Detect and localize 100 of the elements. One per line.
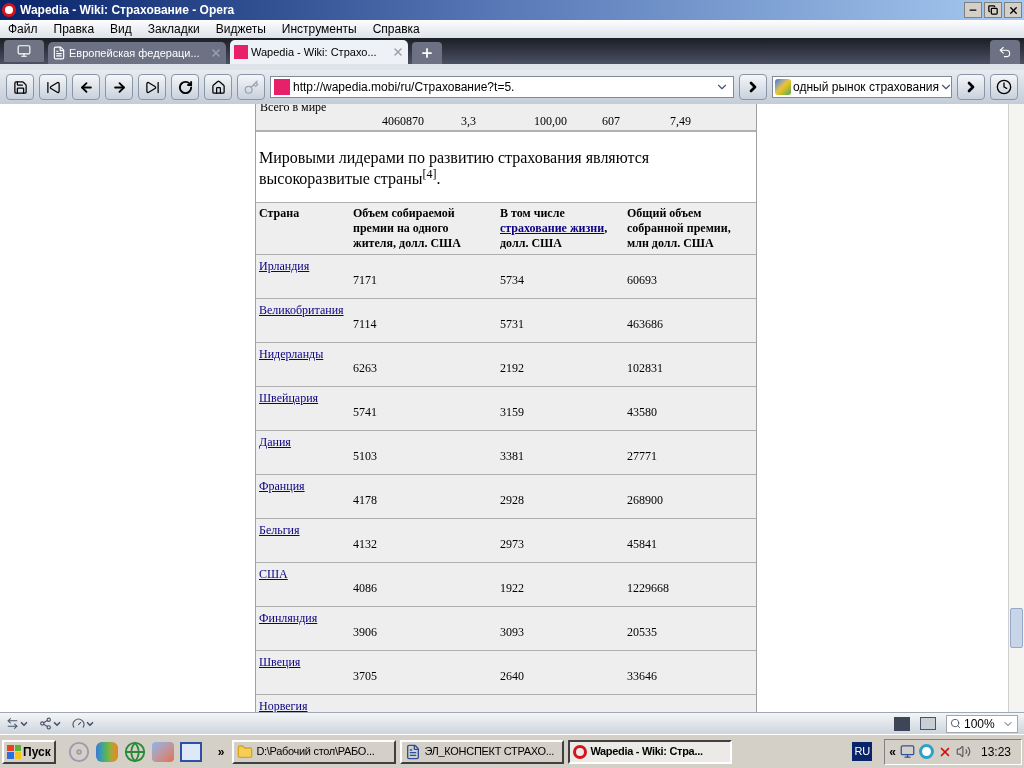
table-cell: 268900 bbox=[627, 493, 663, 507]
sync-icon[interactable] bbox=[6, 717, 29, 730]
table-cell: 45841 bbox=[627, 537, 657, 551]
globe-icon[interactable] bbox=[123, 740, 146, 763]
go-button[interactable] bbox=[739, 74, 767, 100]
country-link[interactable]: Франция bbox=[259, 477, 305, 495]
panel-toggle-button[interactable] bbox=[4, 40, 44, 62]
table-cell: 4132 bbox=[353, 537, 377, 551]
image-icon[interactable] bbox=[920, 717, 936, 730]
wapedia-icon bbox=[234, 45, 248, 59]
restore-button[interactable] bbox=[984, 2, 1002, 18]
floppy-icon bbox=[12, 79, 28, 95]
table-cell: Всего в мире bbox=[260, 104, 327, 116]
table-cell: 20535 bbox=[627, 625, 657, 639]
country-link[interactable]: Ирландия bbox=[259, 257, 310, 275]
gauge-icon[interactable] bbox=[72, 717, 95, 730]
country-link[interactable]: Швейцария bbox=[259, 389, 319, 407]
table-cell: 2192 bbox=[500, 361, 524, 375]
panel-icon bbox=[17, 44, 31, 58]
table-cell: 7171 bbox=[353, 273, 377, 287]
minimize-button[interactable] bbox=[964, 2, 982, 18]
table-cell: 2640 bbox=[500, 669, 524, 683]
column-header: В том числе страхование жизни, долл. США bbox=[497, 202, 624, 255]
table-cell: 3381 bbox=[500, 449, 524, 463]
home-icon bbox=[210, 79, 226, 95]
save-button[interactable] bbox=[6, 74, 34, 100]
document-icon bbox=[405, 743, 422, 760]
network-icon[interactable] bbox=[899, 744, 915, 759]
reload-button[interactable] bbox=[171, 74, 199, 100]
country-link[interactable]: Финляндия bbox=[259, 609, 318, 627]
new-tab-button[interactable] bbox=[412, 42, 442, 64]
table-cell: 2928 bbox=[500, 493, 524, 507]
country-link[interactable]: Швеция bbox=[259, 653, 301, 671]
country-link[interactable]: Великобритания bbox=[259, 301, 344, 319]
table-cell: 4086 bbox=[353, 581, 377, 595]
country-link[interactable]: Нидерланды bbox=[259, 345, 324, 363]
close-icon bbox=[1007, 4, 1019, 16]
country-link[interactable]: Норвегия bbox=[259, 699, 308, 712]
home-button[interactable] bbox=[204, 74, 232, 100]
table-cell-text: 100,00 bbox=[534, 113, 567, 130]
clock-icon bbox=[996, 79, 1012, 95]
table-cell: 27771 bbox=[627, 449, 657, 463]
tray-toggle-button[interactable]: « bbox=[889, 742, 896, 761]
fast-forward-button[interactable] bbox=[138, 74, 166, 100]
menu-item[interactable]: Файл bbox=[0, 20, 46, 38]
menu-item[interactable]: Инструменты bbox=[273, 20, 365, 38]
country-link[interactable]: Дания bbox=[259, 433, 291, 451]
table-cell: 2973 bbox=[500, 537, 524, 551]
table-cell-text: 7,49 bbox=[670, 113, 691, 130]
close-button[interactable] bbox=[1004, 2, 1022, 18]
scrollbar[interactable] bbox=[1008, 104, 1024, 712]
history-button[interactable] bbox=[990, 74, 1018, 100]
menu-item[interactable]: Вид bbox=[102, 20, 140, 38]
tab[interactable]: Wapedia - Wiki: Страхо... bbox=[230, 40, 408, 64]
table-cell: 102831 bbox=[627, 361, 663, 375]
address-field[interactable]: http://wapedia.mobi/ru/Страхование?t=5. bbox=[270, 76, 734, 98]
menu-item[interactable]: Закладки bbox=[139, 20, 208, 38]
table-cell: 463686 bbox=[627, 317, 663, 331]
table-cell: 33646 bbox=[627, 669, 657, 683]
menu-item[interactable]: Правка bbox=[45, 20, 103, 38]
forward-button[interactable] bbox=[105, 74, 133, 100]
search-button[interactable] bbox=[957, 74, 985, 100]
back-button[interactable] bbox=[72, 74, 100, 100]
reload-icon bbox=[177, 79, 193, 95]
skip-back-icon bbox=[45, 79, 61, 95]
paragraph: Мировыми лидерами по развитию страхования являются высокоразвитые страны$^{[4]}$. bbox=[258, 148, 651, 190]
closed-tabs-button[interactable] bbox=[990, 40, 1020, 64]
table-cell-text: 4060870 bbox=[382, 113, 424, 130]
table-cell: 7114 bbox=[353, 317, 377, 331]
opera-icon bbox=[573, 744, 588, 759]
menu-item[interactable]: Виджеты bbox=[207, 20, 274, 38]
start-button[interactable]: Пуск bbox=[2, 739, 56, 764]
column-header: Объем собираемой премии на одного жителя, долл. США bbox=[350, 202, 497, 255]
table-cell: 3906 bbox=[353, 625, 377, 639]
page-icon bbox=[52, 46, 66, 60]
table-cell: 5734 bbox=[500, 273, 524, 287]
search-icon bbox=[950, 718, 961, 729]
search-field[interactable]: одный рынок страхования bbox=[772, 76, 952, 98]
key-button[interactable] bbox=[237, 74, 265, 100]
taskbar-item[interactable]: D:\Рабочий стол\РАБО... bbox=[232, 739, 397, 764]
volume-icon[interactable] bbox=[955, 744, 971, 759]
taskbar-item[interactable]: Wapedia - Wiki: Стра... bbox=[568, 739, 733, 764]
country-link[interactable]: Бельгия bbox=[259, 521, 300, 539]
taskbar-item[interactable]: ЭЛ_КОНСПЕКТ СТРАХО... bbox=[400, 739, 565, 764]
country-link[interactable]: США bbox=[259, 565, 288, 583]
table-cell: 5741 bbox=[353, 405, 377, 419]
table-cell: 3093 bbox=[500, 625, 524, 639]
menu-item[interactable]: Справка bbox=[364, 20, 428, 38]
tab[interactable]: Европейская федераци... bbox=[48, 42, 226, 64]
scrollbar-thumb[interactable] bbox=[1010, 608, 1023, 648]
share-icon[interactable] bbox=[39, 717, 62, 730]
opera-icon bbox=[2, 3, 16, 17]
zoom-field[interactable]: 100% bbox=[946, 714, 1018, 733]
rewind-button[interactable] bbox=[39, 74, 67, 100]
language-indicator[interactable]: RU bbox=[852, 742, 873, 761]
table-cell: 5103 bbox=[353, 449, 377, 463]
folder-icon bbox=[237, 743, 254, 760]
more-button[interactable]: » bbox=[213, 742, 229, 761]
table-cell: 4178 bbox=[353, 493, 377, 507]
table-cell-text: 607 bbox=[602, 113, 620, 130]
